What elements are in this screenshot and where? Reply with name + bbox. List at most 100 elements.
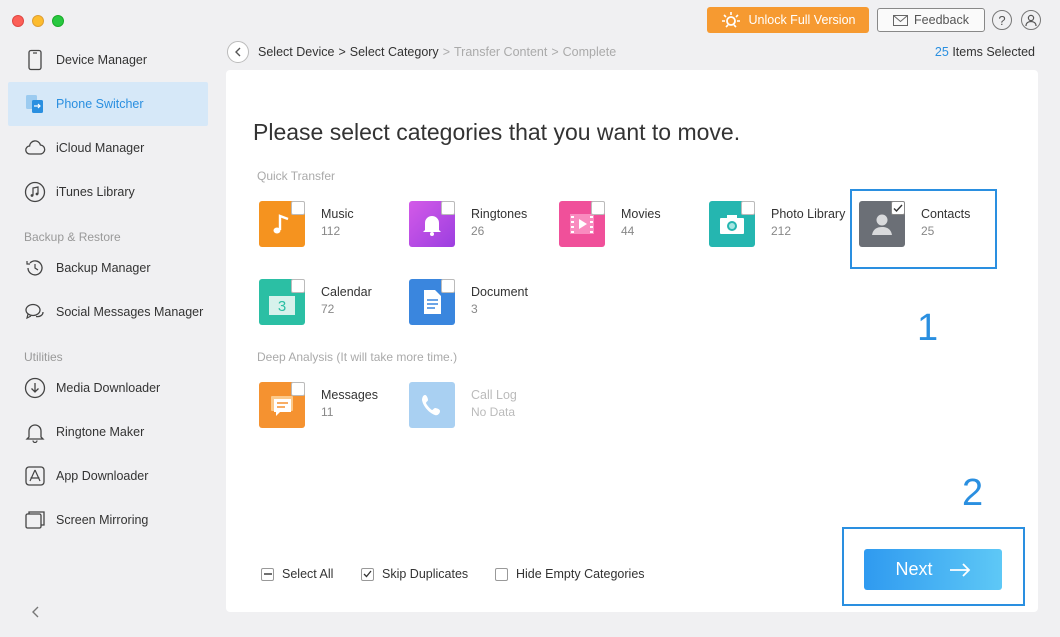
zoom-window-button[interactable] [52,15,64,27]
select-all-checkbox[interactable]: Select All [261,567,333,581]
breadcrumb-separator: > [551,45,559,59]
quick-transfer-label: Quick Transfer [257,169,336,183]
category-checkbox[interactable] [741,201,755,215]
breadcrumb-separator: > [338,45,346,59]
sidebar: Device Manager Phone Switcher iCloud Man… [0,38,216,637]
sidebar-item-label: App Downloader [56,469,149,483]
sidebar-item-media-downloader[interactable]: Media Downloader [8,366,208,410]
category-checkbox[interactable] [291,279,305,293]
checkbox-mixed[interactable] [261,567,274,581]
sidebar-item-label: Device Manager [56,53,148,67]
unlock-label: Unlock Full Version [748,13,856,27]
category-name: Call Log [471,388,517,402]
sidebar-item-screen-mirroring[interactable]: Screen Mirroring [8,498,208,542]
back-button[interactable] [227,41,249,63]
option-label: Skip Duplicates [382,567,469,581]
sidebar-item-label: Media Downloader [56,381,161,395]
category-name: Music [321,207,354,221]
category-music[interactable]: Music 112 [259,201,399,251]
sidebar-item-label: iTunes Library [56,185,135,199]
sidebar-item-label: Phone Switcher [56,97,144,111]
unlock-full-version-button[interactable]: Unlock Full Version [707,7,869,33]
breadcrumb-step-transfer-content: Transfer Content [454,45,548,59]
category-calendar[interactable]: 3 Calendar 72 [259,279,399,329]
category-name: Movies [621,207,661,221]
category-photo-library[interactable]: Photo Library 212 [709,201,849,251]
phone-icon [24,49,46,71]
category-checkbox[interactable] [291,201,305,215]
feedback-label: Feedback [914,13,969,27]
items-selected-counter: 25 Items Selected [935,45,1035,59]
phone-call-icon [409,382,455,428]
category-count: 72 [321,302,335,316]
selected-count: 25 [934,45,949,59]
sidebar-item-label: Backup Manager [56,261,151,275]
deep-analysis-label: Deep Analysis (It will take more time.) [257,350,458,364]
breadcrumb-separator: > [442,45,450,59]
checkbox-checked[interactable] [361,567,374,581]
annotation-step-2: 2 [962,472,984,514]
collapse-sidebar-icon[interactable] [30,605,42,619]
cloud-icon [24,137,46,159]
category-count: 44 [621,224,635,238]
account-button[interactable] [1021,10,1041,30]
category-checkbox[interactable] [441,201,455,215]
music-note-icon [24,181,46,203]
bell-icon [24,421,46,443]
category-name: Messages [321,388,378,402]
mirror-icon [24,509,46,531]
sidebar-item-phone-switcher[interactable]: Phone Switcher [8,82,208,126]
category-checkbox[interactable] [441,279,455,293]
annotation-highlight-next [842,527,1025,606]
sidebar-item-icloud-manager[interactable]: iCloud Manager [8,126,208,170]
category-name: Photo Library [771,207,846,221]
sidebar-item-social-messages-manager[interactable]: Social Messages Manager [8,290,208,334]
category-count: 112 [321,224,341,238]
sidebar-item-app-downloader[interactable]: App Downloader [8,454,208,498]
download-icon [24,377,46,399]
page-title: Please select categories that you want t… [253,119,741,145]
category-ringtones[interactable]: Ringtones 26 [409,201,549,251]
app-store-icon [24,465,46,487]
breadcrumb: Select Device > Select Category > Transf… [258,45,616,59]
help-button[interactable]: ? [992,10,1012,30]
category-count: 3 [471,302,478,316]
minimize-window-button[interactable] [32,15,44,27]
sidebar-item-device-manager[interactable]: Device Manager [8,38,208,82]
checkbox-unchecked[interactable] [495,567,508,581]
chat-icon [24,301,46,323]
category-name: Document [471,285,528,299]
category-call-log: Call Log No Data [409,382,549,432]
feedback-button[interactable]: Feedback [877,8,985,32]
category-document[interactable]: Document 3 [409,279,549,329]
category-checkbox[interactable] [291,382,305,396]
category-messages[interactable]: Messages 11 [259,382,399,432]
sidebar-item-label: iCloud Manager [56,141,145,155]
sidebar-item-ringtone-maker[interactable]: Ringtone Maker [8,410,208,454]
clock-icon [24,257,46,279]
breadcrumb-step-complete: Complete [562,45,617,59]
category-count: No Data [471,405,516,419]
category-movies[interactable]: Movies 44 [559,201,699,251]
window-controls [12,15,64,27]
unlock-icon [721,12,740,28]
category-checkbox[interactable] [591,201,605,215]
phone-switch-icon [24,93,46,115]
close-window-button[interactable] [12,15,24,27]
skip-duplicates-checkbox[interactable]: Skip Duplicates [361,567,468,581]
annotation-highlight-contacts [850,189,997,269]
breadcrumb-step-select-device: Select Device [258,45,335,59]
hide-empty-categories-checkbox[interactable]: Hide Empty Categories [495,567,645,581]
calendar-day: 3 [278,298,286,315]
category-count: 11 [321,405,334,419]
sidebar-item-label: Ringtone Maker [56,425,145,439]
chevron-left-icon [235,47,241,57]
help-icon: ? [998,12,1006,28]
sidebar-item-label: Screen Mirroring [56,513,149,527]
sidebar-item-backup-manager[interactable]: Backup Manager [8,246,208,290]
category-count: 212 [771,224,792,238]
minus-icon [263,573,272,575]
section-label-utilities: Utilities [24,350,63,364]
annotation-step-1: 1 [917,307,939,349]
sidebar-item-itunes-library[interactable]: iTunes Library [8,170,208,214]
